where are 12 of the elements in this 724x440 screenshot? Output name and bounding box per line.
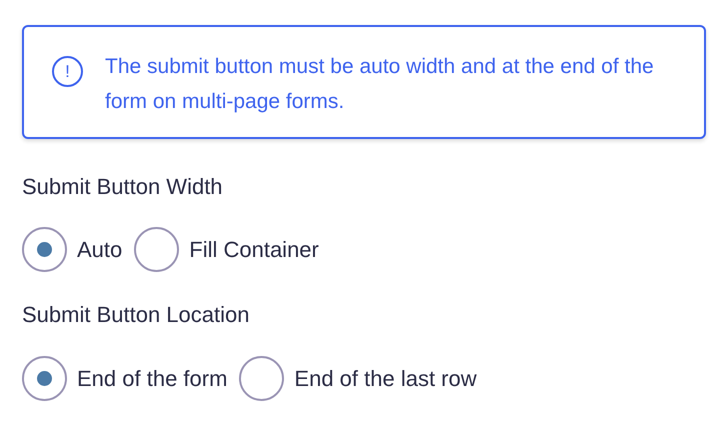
group-label: Submit Button Location (22, 302, 250, 329)
radio-label[interactable]: Fill Container (189, 233, 319, 266)
radio-button[interactable] (134, 227, 180, 272)
group-label: Submit Button Width (22, 174, 224, 200)
radio-button[interactable] (239, 356, 284, 401)
info-icon: ! (52, 56, 83, 87)
radio-label[interactable]: Auto (77, 233, 122, 266)
radio-button[interactable] (22, 356, 67, 401)
radio-label[interactable]: End of the form (77, 362, 228, 395)
alert-message: The submit button must be auto width and at the end of the form on multi-page forms. (105, 54, 655, 115)
radio-label[interactable]: End of the last row (294, 362, 477, 395)
radio-button[interactable] (22, 227, 67, 272)
